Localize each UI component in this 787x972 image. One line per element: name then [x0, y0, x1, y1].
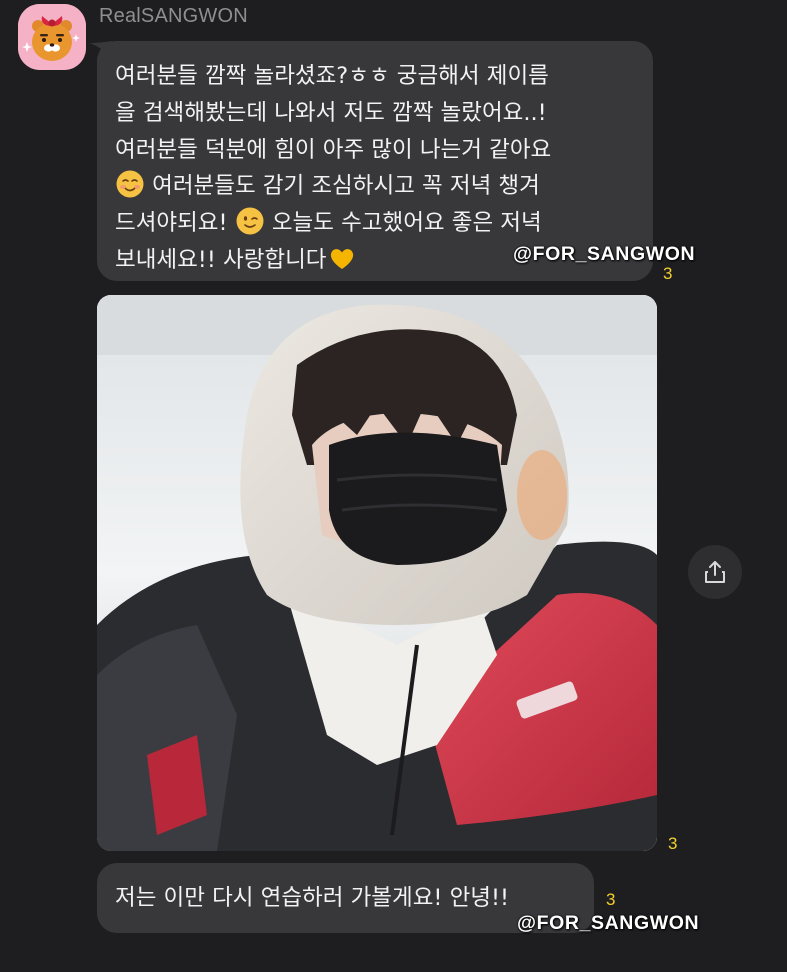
winking-face-emoji — [236, 207, 264, 235]
message-photo[interactable] — [97, 295, 657, 851]
watermark: @FOR_SANGWON — [517, 912, 700, 934]
message-line: 을 검색해봤는데 나와서 저도 깜짝 놀랐어요..! — [115, 99, 547, 126]
message-line-text: 보내세요!! 사랑합니다 — [115, 246, 327, 273]
message-line-text: 여러분들도 감기 조심하시고 꼭 저녁 챙겨 — [152, 173, 540, 200]
message-line-with-emoji: 드셔야되요! 오늘도 수고했어요 좋은 저녁 — [115, 205, 635, 242]
watermark: @FOR_SANGWON — [513, 243, 696, 265]
share-icon — [705, 561, 725, 583]
read-count: 3 — [663, 264, 673, 283]
read-count: 3 — [668, 834, 678, 853]
smiling-face-emoji — [116, 170, 144, 198]
message-line-text: 드셔야되요! — [115, 210, 228, 237]
read-count: 3 — [606, 890, 616, 909]
message-line-with-emoji: 여러분들도 감기 조심하시고 꼭 저녁 챙겨 — [115, 168, 635, 205]
ryan-character-icon — [18, 4, 86, 70]
message-line-text: 오늘도 수고했어요 좋은 저녁 — [271, 210, 542, 237]
message-line: 여러분들 깜짝 놀라셨죠?ㅎㅎ 궁금해서 제이름 — [115, 63, 549, 89]
yellow-heart-emoji — [330, 249, 353, 269]
selfie-photo — [97, 295, 657, 851]
message-line: 여러분들 덕분에 힘이 아주 많이 나는거 같아요 — [115, 136, 552, 163]
sender-avatar[interactable] — [18, 4, 86, 70]
sender-name: RealSANGWON — [99, 5, 248, 27]
share-button[interactable] — [688, 545, 742, 599]
